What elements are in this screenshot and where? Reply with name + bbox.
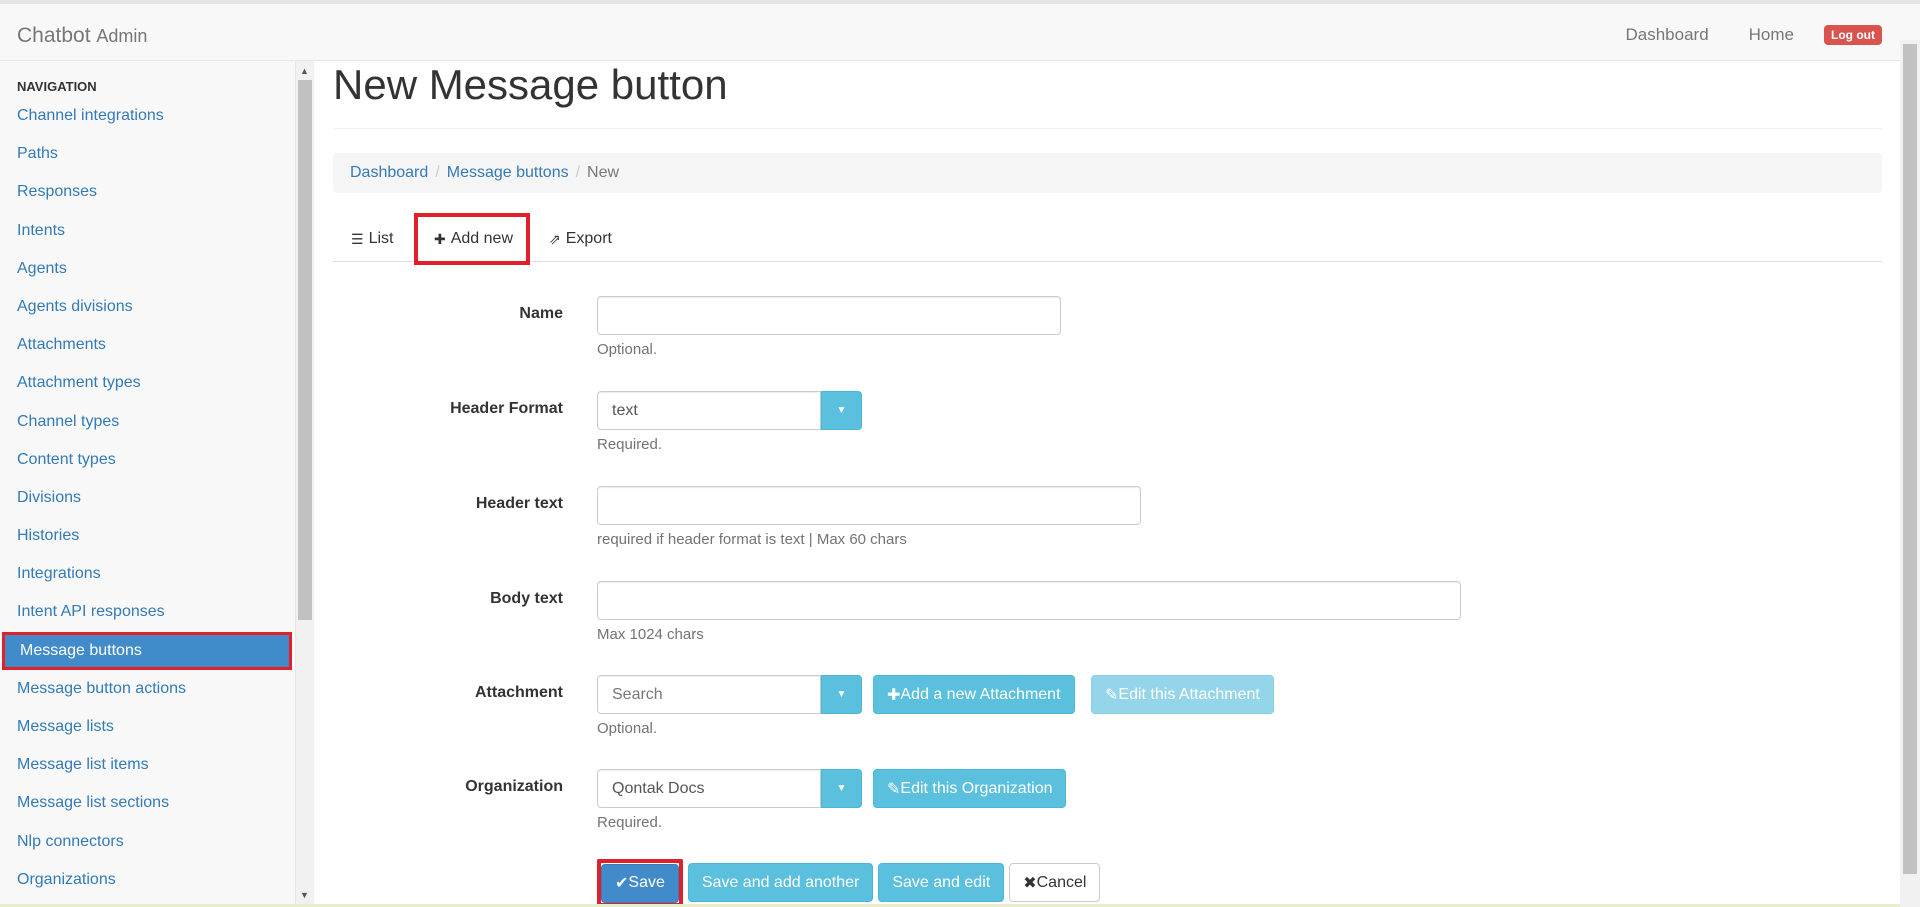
body-text-label: Body text [490, 590, 563, 607]
attachment-search[interactable]: Search [597, 675, 821, 714]
top-navbar: Chatbot Admin Dashboard Home Log out [0, 0, 1920, 61]
header-format-label: Header Format [450, 400, 563, 417]
plus-icon: ✚ [434, 230, 446, 247]
sidebar-item-agents-divisions[interactable]: Agents divisions [0, 288, 295, 326]
plus-icon: ✚ [887, 686, 901, 704]
cancel-button[interactable]: ✖ Cancel [1009, 863, 1101, 902]
breadcrumb-separator: / [575, 164, 581, 181]
sidebar-item-agents[interactable]: Agents [0, 250, 295, 288]
name-help: Optional. [597, 341, 658, 358]
brand-name: Chatbot [17, 24, 91, 47]
organization-select[interactable]: Qontak Docs ▼ [597, 769, 862, 808]
header-text-help: required if header format is text | Max … [597, 531, 907, 548]
sidebar-item-message-lists[interactable]: Message lists [0, 708, 295, 746]
breadcrumb-separator: / [435, 164, 440, 181]
breadcrumb-message-buttons[interactable]: Message buttons [447, 164, 569, 182]
topnav-home-link[interactable]: Home [1749, 25, 1794, 45]
sidebar-item-divisions[interactable]: Divisions [0, 479, 295, 517]
scroll-down-icon[interactable]: ▼ [300, 890, 309, 900]
header-format-value[interactable]: text [597, 391, 821, 430]
breadcrumb-dashboard[interactable]: Dashboard [350, 164, 428, 182]
form-actions: ✔ Save Save and add another Save and edi… [597, 859, 1105, 907]
save-and-edit-button[interactable]: Save and edit [878, 863, 1005, 902]
sidebar-item-attachments[interactable]: Attachments [0, 326, 295, 364]
save-button[interactable]: ✔ Save [601, 863, 679, 903]
sidebar-item-channel-types[interactable]: Channel types [0, 403, 295, 441]
page-scroll-thumb[interactable] [1903, 44, 1917, 874]
chevron-down-icon[interactable]: ▼ [821, 769, 862, 808]
header-text-label: Header text [475, 495, 563, 512]
tab-export-label: Export [565, 230, 612, 247]
pencil-icon: ✎ [887, 780, 901, 798]
sidebar-item-content-types[interactable]: Content types [0, 441, 295, 479]
attachment-select[interactable]: Search ▼ [597, 675, 862, 714]
breadcrumb: Dashboard / Message buttons / New [333, 153, 1882, 193]
sidebar-item-message-list-sections[interactable]: Message list sections [0, 784, 295, 822]
save-highlight: ✔ Save [597, 859, 683, 907]
edit-organization-button[interactable]: ✎ Edit this Organization [873, 769, 1067, 808]
tab-add-new[interactable]: ✚ Add new [414, 213, 530, 265]
body-text-help: Max 1024 chars [597, 626, 704, 643]
sidebar-item-intents[interactable]: Intents [0, 212, 295, 250]
scroll-up-icon[interactable]: ▲ [300, 66, 309, 76]
sidebar-item-organizations[interactable]: Organizations [0, 861, 295, 899]
sidebar-scroll-thumb[interactable] [298, 80, 312, 620]
save-label: Save [628, 874, 665, 891]
close-icon: ✖ [1023, 874, 1037, 892]
page-title: New Message button [333, 61, 728, 108]
body-text-input[interactable] [597, 581, 1461, 620]
title-divider [333, 128, 1882, 129]
tab-list-label: List [368, 230, 394, 247]
tab-add-new-label: Add new [450, 230, 513, 247]
organization-label: Organization [465, 778, 563, 795]
header-format-help: Required. [597, 436, 663, 453]
edit-attachment-label: Edit this Attachment [1118, 685, 1260, 703]
cancel-label: Cancel [1036, 873, 1087, 891]
organization-help: Required. [597, 814, 663, 831]
sidebar: NAVIGATION Channel integrations Paths Resp… [0, 61, 296, 907]
header-format-select[interactable]: text ▼ [597, 391, 862, 430]
sidebar-item-intent-api-responses[interactable]: Intent API responses [0, 593, 295, 631]
share-icon: ⇗ [549, 230, 561, 247]
check-icon: ✔ [615, 875, 629, 892]
sidebar-item-nlp-connectors[interactable]: Nlp connectors [0, 823, 295, 861]
chevron-down-icon[interactable]: ▼ [821, 675, 862, 714]
topnav-dashboard-link[interactable]: Dashboard [1625, 25, 1708, 45]
action-tabs: ☰ List ✚ Add new ⇗ Export [333, 213, 1882, 265]
breadcrumb-current: New [587, 164, 620, 181]
sidebar-item-paths[interactable]: Paths [0, 135, 295, 173]
sidebar-item-histories[interactable]: Histories [0, 517, 295, 555]
attachment-help: Optional. [597, 720, 658, 737]
sidebar-item-integrations[interactable]: Integrations [0, 555, 295, 593]
edit-organization-label: Edit this Organization [900, 779, 1053, 797]
brand[interactable]: Chatbot Admin [17, 24, 147, 48]
sidebar-item-channel-integrations[interactable]: Channel integrations [0, 97, 295, 135]
tab-list[interactable]: ☰ List [351, 216, 393, 262]
logout-button[interactable]: Log out [1824, 25, 1882, 45]
list-icon: ☰ [351, 230, 364, 247]
brand-sub: Admin [96, 26, 148, 46]
organization-value[interactable]: Qontak Docs [597, 769, 821, 808]
edit-attachment-button[interactable]: ✎ Edit this Attachment [1091, 675, 1274, 714]
add-attachment-button[interactable]: ✚ Add a new Attachment [873, 675, 1075, 714]
chevron-down-icon[interactable]: ▼ [821, 391, 862, 430]
add-attachment-label: Add a new Attachment [900, 685, 1061, 703]
sidebar-item-responses[interactable]: Responses [0, 173, 295, 211]
sidebar-header: NAVIGATION [17, 79, 97, 94]
name-label: Name [519, 305, 563, 322]
sidebar-list: Channel integrations Paths Responses Intent… [0, 97, 295, 899]
pencil-icon: ✎ [1105, 686, 1119, 704]
sidebar-item-message-list-items[interactable]: Message list items [0, 746, 295, 784]
name-input[interactable] [597, 296, 1061, 335]
sidebar-item-attachment-types[interactable]: Attachment types [0, 364, 295, 402]
header-text-input[interactable] [597, 486, 1141, 525]
save-and-add-another-button[interactable]: Save and add another [687, 863, 874, 902]
sidebar-item-message-button-actions[interactable]: Message button actions [0, 670, 295, 708]
sidebar-item-message-buttons[interactable]: Message buttons [2, 631, 292, 670]
top-nav-links: Dashboard Home Log out [1585, 25, 1882, 45]
attachment-label: Attachment [474, 684, 563, 701]
tab-export[interactable]: ⇗ Export [549, 216, 612, 262]
